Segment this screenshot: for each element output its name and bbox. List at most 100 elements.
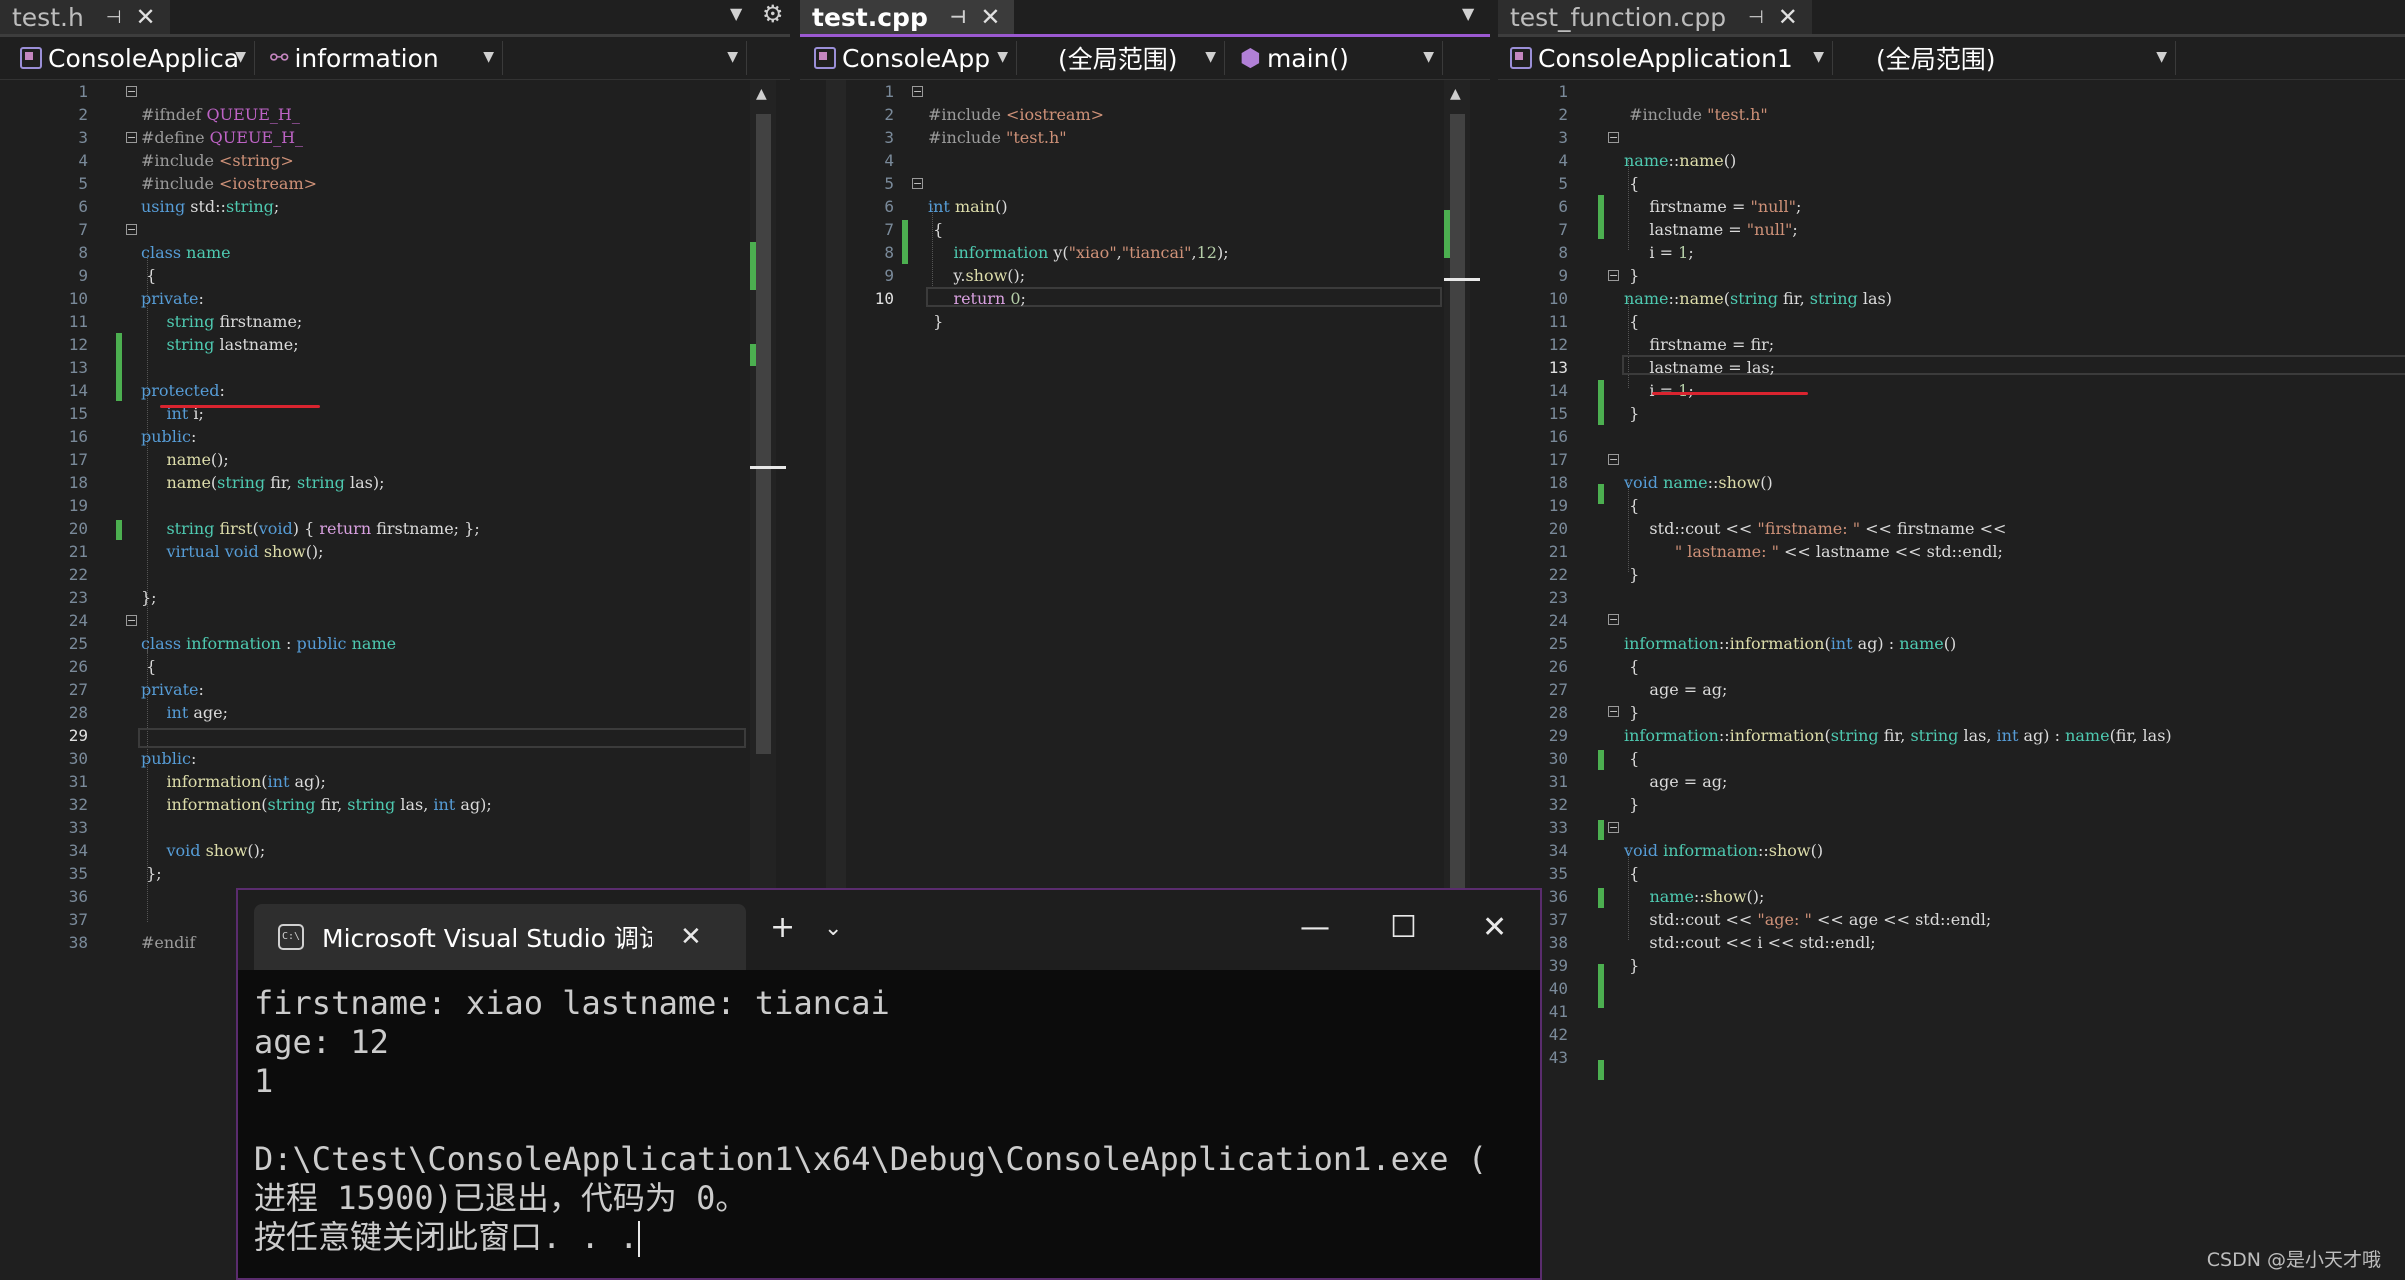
line-number: 33 (68, 818, 88, 837)
project-label: ConsoleApplica (48, 43, 240, 73)
code-text[interactable]: #include "test.h" name::name() { firstnam… (1624, 80, 2172, 1138)
collapse-icon[interactable]: − (126, 224, 137, 235)
scrollbar-thumb[interactable] (1450, 114, 1465, 974)
close-icon[interactable]: ✕ (980, 3, 1000, 31)
change-bar (1598, 820, 1604, 840)
project-label: ConsoleApplication1 (1538, 43, 1793, 73)
change-marker (750, 344, 756, 366)
line-number: 8 (1558, 243, 1568, 262)
pin-icon[interactable]: ⊣ (1748, 7, 1764, 28)
collapse-icon[interactable]: − (126, 86, 137, 97)
tab-label: test_function.cpp (1510, 2, 1727, 32)
line-number: 2 (78, 105, 88, 124)
collapse-icon[interactable]: − (1608, 132, 1619, 143)
console-line: 进程 15900)已退出，代码为 0。 (254, 1179, 748, 1217)
project-dropdown[interactable]: ConsoleApplication1 ▼ (1502, 41, 1833, 75)
scope-dropdown[interactable]: ⚯ information ▼ (262, 41, 503, 75)
member-dropdown[interactable]: ▼ (510, 41, 747, 75)
line-number: 9 (1558, 266, 1568, 285)
close-window-icon[interactable]: ✕ (1482, 910, 1507, 945)
line-number: 18 (1548, 473, 1568, 492)
minimize-icon[interactable]: — (1300, 910, 1330, 945)
line-number: 25 (68, 634, 88, 653)
project-dropdown[interactable]: ConsoleApplica ▼ (12, 41, 255, 75)
collapse-icon[interactable]: − (1608, 454, 1619, 465)
tab-label: test.cpp (812, 2, 928, 32)
code-editor[interactable]: 1 2 3 4 5 6 7 8 9 10 11 12 13 14 15 16 17 18 19 20 21 22 23 24 2… (1498, 80, 2405, 1280)
line-number: 27 (68, 680, 88, 699)
collapse-icon[interactable]: − (1608, 706, 1619, 717)
line-number: 21 (68, 542, 88, 561)
tab-test-function-cpp[interactable]: test_function.cpp ⊣ ✕ (1498, 0, 1812, 34)
red-annotation-underline (160, 405, 320, 408)
change-bar (1598, 1060, 1604, 1080)
scope-dropdown[interactable]: (全局范围) ▼ (1024, 41, 1225, 75)
line-number: 20 (1548, 519, 1568, 538)
collapse-icon[interactable]: − (1608, 822, 1619, 833)
scope-dropdown[interactable]: (全局范围) ▼ (1840, 41, 2176, 75)
member-dropdown[interactable]: ⬢ main() ▼ (1232, 41, 1443, 75)
line-number: 1 (1558, 82, 1568, 101)
text-cursor (638, 1221, 641, 1257)
method-icon: ⬢ (1240, 44, 1261, 72)
collapse-icon[interactable]: − (126, 615, 137, 626)
line-number: 19 (68, 496, 88, 515)
line-number: 35 (68, 864, 88, 883)
line-number: 27 (1548, 680, 1568, 699)
console-tab[interactable]: C:\ Microsoft Visual Studio 调试控制台 ✕ (254, 904, 746, 970)
pin-icon[interactable]: ⊣ (106, 7, 122, 28)
chevron-down-icon: ▼ (997, 49, 1008, 65)
line-number: 10 (1548, 289, 1568, 308)
maximize-icon[interactable]: ☐ (1390, 910, 1417, 945)
line-number: 8 (884, 243, 894, 262)
tab-test-cpp[interactable]: test.cpp ⊣ ✕ (800, 0, 1015, 34)
line-number: 24 (68, 611, 88, 630)
pin-icon[interactable]: ⊣ (950, 7, 966, 28)
gear-icon[interactable]: ⚙ (762, 0, 784, 28)
scroll-up-icon[interactable]: ▲ (756, 86, 767, 102)
change-bar (1598, 750, 1604, 770)
chevron-down-icon[interactable]: ▼ (730, 4, 742, 23)
change-bar (902, 220, 908, 264)
editor-pane-test-function-cpp: test_function.cpp ⊣ ✕ ConsoleApplication… (1498, 0, 2405, 1280)
new-tab-icon[interactable]: + (770, 910, 795, 945)
collapse-icon[interactable]: − (126, 132, 137, 143)
change-marker (750, 242, 756, 290)
line-number: 30 (1548, 749, 1568, 768)
code-text[interactable]: #ifndef QUEUE_H_ #define QUEUE_H_ #include… (141, 80, 492, 1023)
console-title: Microsoft Visual Studio 调试控制台 (322, 924, 652, 953)
code-text[interactable]: #include <iostream> #include "test.h" int … (928, 80, 1229, 379)
change-bar (116, 333, 122, 401)
project-dropdown[interactable]: ConsoleApp ▼ (806, 41, 1017, 75)
line-number: 3 (78, 128, 88, 147)
tab-test-h[interactable]: test.h ⊣ ✕ (0, 0, 170, 34)
chevron-down-icon[interactable]: ⌄ (824, 916, 842, 941)
scope-label: (全局范围) (1876, 45, 1996, 74)
line-number: 21 (1548, 542, 1568, 561)
line-number: 36 (68, 887, 88, 906)
line-number: 23 (1548, 588, 1568, 607)
collapse-icon[interactable]: − (1608, 270, 1619, 281)
collapse-icon[interactable]: − (1608, 614, 1619, 625)
line-number: 14 (68, 381, 88, 400)
debug-console-window[interactable]: C:\ Microsoft Visual Studio 调试控制台 ✕ + ⌄ … (236, 888, 1542, 1280)
close-icon[interactable]: ✕ (136, 3, 156, 31)
line-number: 11 (68, 312, 88, 331)
close-icon[interactable]: ✕ (1778, 3, 1798, 31)
scroll-up-icon[interactable]: ▲ (1450, 86, 1461, 102)
console-title-bar: C:\ Microsoft Visual Studio 调试控制台 ✕ + ⌄ … (238, 890, 1540, 970)
collapse-icon[interactable]: − (912, 86, 923, 97)
line-number: 16 (68, 427, 88, 446)
change-bar (1598, 405, 1604, 425)
line-number: 3 (1558, 128, 1568, 147)
scrollbar-thumb[interactable] (756, 114, 771, 754)
close-icon[interactable]: ✕ (680, 922, 702, 952)
line-number: 34 (68, 841, 88, 860)
chevron-down-icon[interactable]: ▼ (1462, 4, 1474, 23)
collapse-icon[interactable]: − (912, 178, 923, 189)
line-number: 31 (68, 772, 88, 791)
line-number: 29 (68, 726, 88, 745)
caret-position-marker (1444, 278, 1480, 281)
line-number: 18 (68, 473, 88, 492)
